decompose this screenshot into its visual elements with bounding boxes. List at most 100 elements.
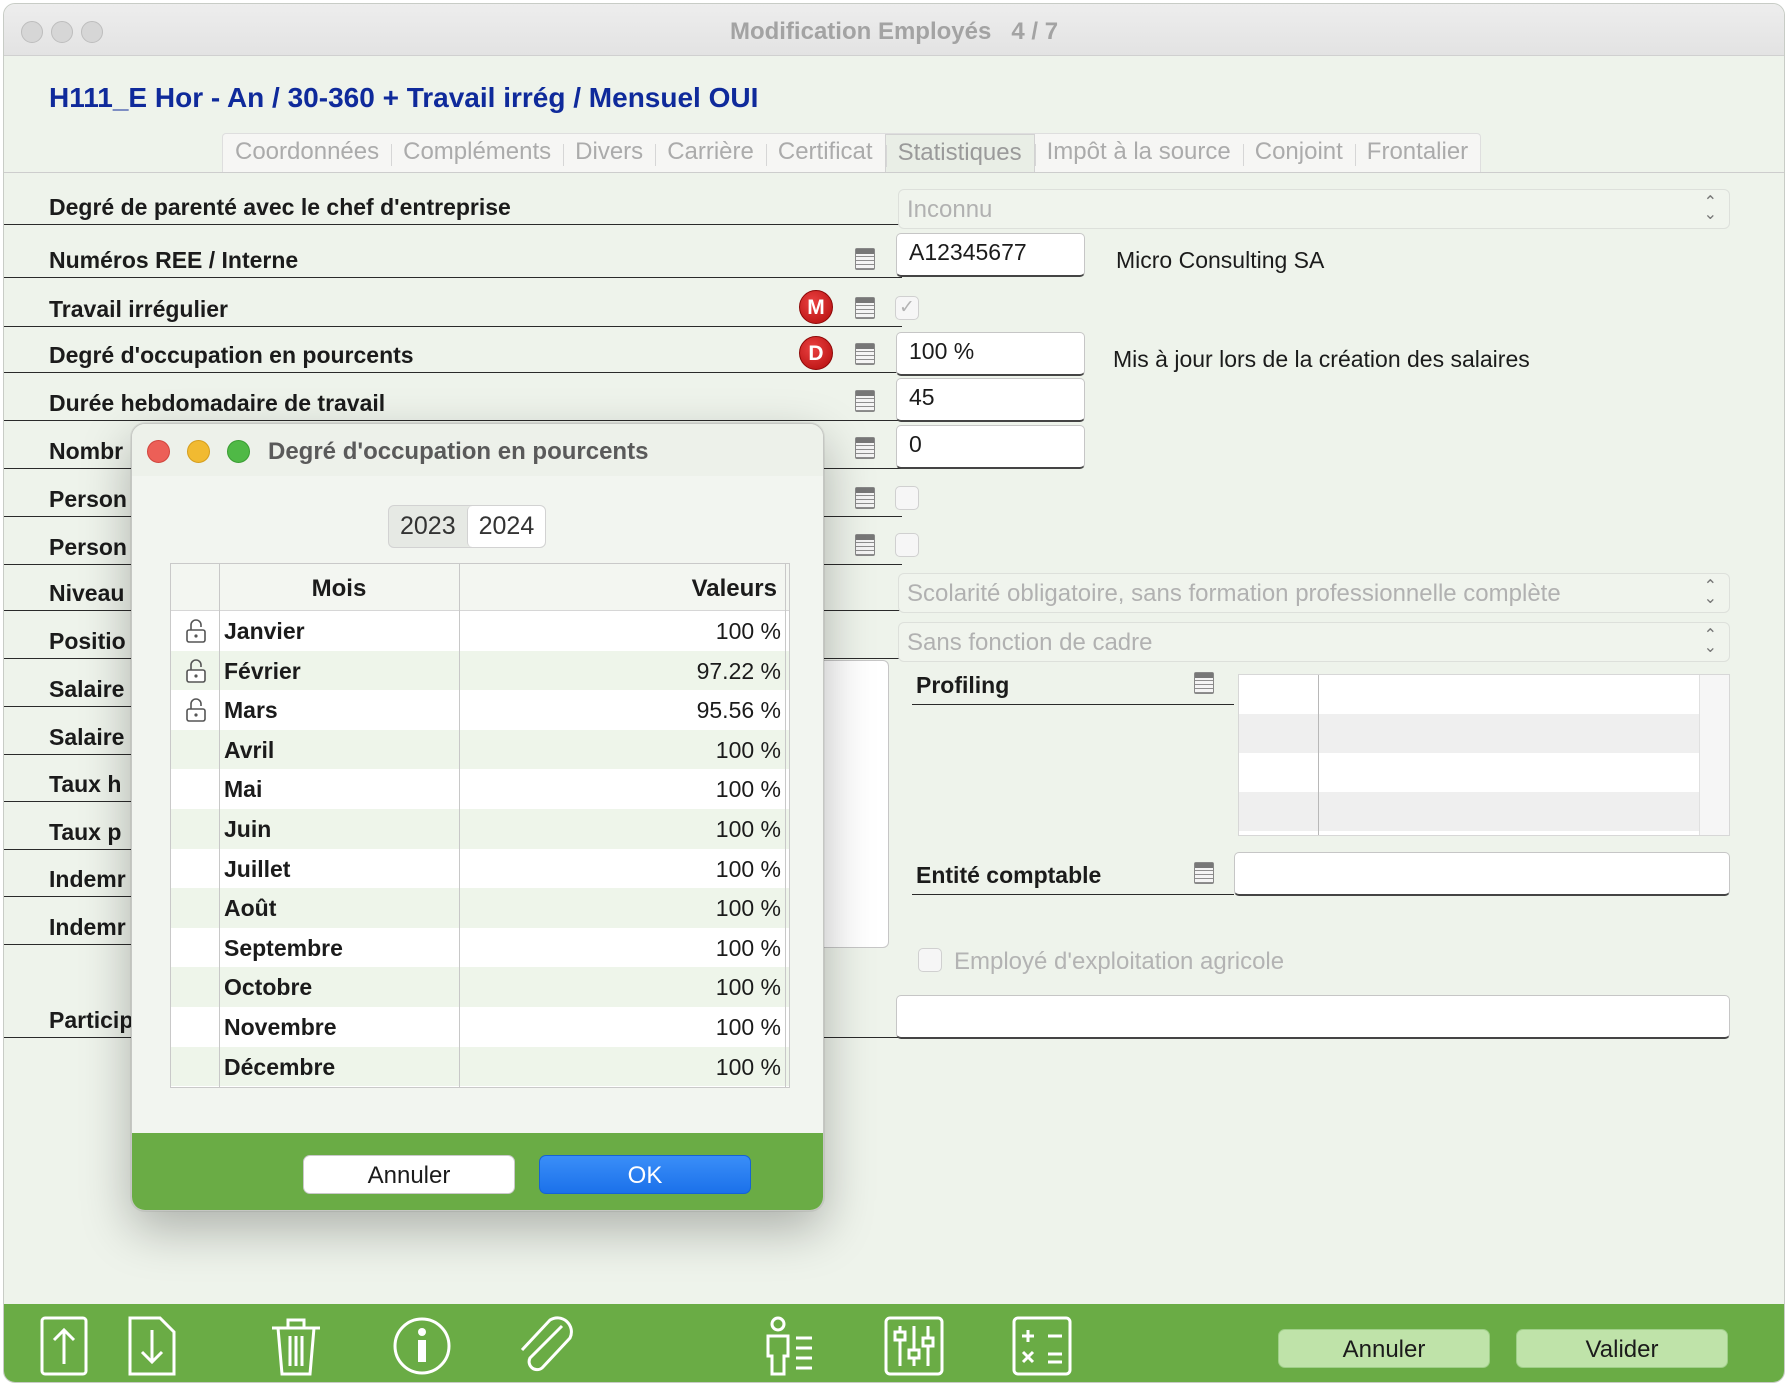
- tab-frontalier[interactable]: Frontalier: [1354, 134, 1480, 173]
- occupation-dialog: Degré d'occupation en pourcents 2023 2024…: [131, 423, 824, 1211]
- month-name: Mars: [224, 697, 278, 724]
- cancel-button[interactable]: Annuler: [1278, 1329, 1490, 1368]
- month-name: Août: [224, 895, 277, 922]
- lock-icon[interactable]: [185, 658, 207, 684]
- month-name: Décembre: [224, 1053, 336, 1080]
- dialog-footer: Annuler OK: [132, 1133, 823, 1210]
- info-icon[interactable]: [392, 1316, 452, 1376]
- month-value[interactable]: 100 %: [716, 974, 781, 1001]
- participation-input[interactable]: [896, 995, 1730, 1039]
- table-row[interactable]: Décembre 100 %: [171, 1046, 789, 1087]
- tab-certificat[interactable]: Certificat: [765, 134, 885, 173]
- tab-conjoint[interactable]: Conjoint: [1242, 134, 1355, 173]
- download-icon[interactable]: [128, 1316, 176, 1376]
- month-value[interactable]: 100 %: [716, 1014, 781, 1041]
- lock-icon[interactable]: [185, 697, 207, 723]
- calculator-icon[interactable]: [855, 390, 875, 412]
- weekly-input[interactable]: 45: [896, 378, 1085, 422]
- row8-checkbox[interactable]: [895, 533, 919, 557]
- table-row[interactable]: Octobre 100 %: [171, 967, 789, 1007]
- month-value[interactable]: 100 %: [716, 895, 781, 922]
- table-row[interactable]: Avril 100 %: [171, 729, 789, 770]
- month-value[interactable]: 100 %: [716, 776, 781, 803]
- list-item[interactable]: [1239, 675, 1699, 714]
- d-badge-icon[interactable]: D: [799, 336, 833, 370]
- tab-divers[interactable]: Divers: [563, 134, 655, 173]
- month-name: Janvier: [224, 618, 305, 644]
- row-divider: [912, 704, 1234, 705]
- list-item[interactable]: [1239, 753, 1699, 792]
- list-item[interactable]: [1239, 792, 1699, 831]
- table-row[interactable]: Février 97.22 %: [171, 650, 789, 691]
- row6-input[interactable]: 0: [896, 425, 1085, 469]
- table-row[interactable]: Juin 100 %: [171, 809, 789, 849]
- occupation-input[interactable]: 100 %: [896, 332, 1085, 376]
- table-row[interactable]: Novembre 100 %: [171, 1007, 789, 1047]
- entity-input[interactable]: [1234, 852, 1730, 896]
- month-value[interactable]: 100 %: [716, 1054, 781, 1081]
- year-selector[interactable]: 2023 2024: [388, 505, 547, 548]
- title-bar: Modification Employés 4 / 7: [4, 4, 1784, 56]
- tab-statistiques[interactable]: Statistiques: [884, 134, 1035, 173]
- month-value[interactable]: 97.22 %: [697, 658, 781, 685]
- calculator-icon[interactable]: [855, 343, 875, 365]
- scrollbar[interactable]: [1699, 675, 1729, 835]
- tab-impôt-à-la-source[interactable]: Impôt à la source: [1034, 134, 1243, 173]
- calculator-icon[interactable]: [855, 437, 875, 459]
- ree-input[interactable]: A12345677: [896, 233, 1085, 277]
- dialog-cancel-button[interactable]: Annuler: [303, 1155, 515, 1194]
- table-row[interactable]: Mai 100 %: [171, 769, 789, 809]
- close-dialog-button[interactable]: [147, 440, 170, 463]
- row7-label: Person: [49, 486, 127, 512]
- column-header-value[interactable]: Valeurs: [461, 575, 777, 603]
- table-row[interactable]: Janvier 100 %: [171, 611, 789, 651]
- month-value[interactable]: 100 %: [716, 856, 781, 883]
- calculator-icon[interactable]: [1012, 1316, 1072, 1376]
- agri-label: Employé d'exploitation agricole: [954, 948, 1285, 975]
- table-row[interactable]: Septembre 100 %: [171, 928, 789, 968]
- column-header-month[interactable]: Mois: [219, 575, 459, 603]
- tab-compléments[interactable]: Compléments: [391, 134, 563, 173]
- month-value[interactable]: 95.56 %: [697, 697, 781, 724]
- year-2024[interactable]: 2024: [466, 506, 546, 547]
- tab-carrière[interactable]: Carrière: [655, 134, 766, 173]
- agri-checkbox[interactable]: [918, 948, 942, 972]
- months-table[interactable]: Mois Valeurs Janvier 100 % Février 97.22 % M…: [170, 563, 790, 1088]
- m-badge-icon[interactable]: M: [799, 290, 833, 324]
- calculator-icon[interactable]: [855, 487, 875, 509]
- sliders-icon[interactable]: [884, 1316, 944, 1376]
- month-value[interactable]: 100 %: [716, 816, 781, 843]
- upload-icon[interactable]: [40, 1316, 88, 1376]
- row-divider: [4, 277, 902, 278]
- month-value[interactable]: 100 %: [716, 935, 781, 962]
- calculator-icon[interactable]: [855, 297, 875, 319]
- row7-checkbox[interactable]: [895, 486, 919, 510]
- calculator-icon[interactable]: [1194, 672, 1214, 694]
- lock-icon[interactable]: [185, 618, 207, 644]
- profiling-list[interactable]: [1238, 674, 1730, 836]
- person-list-icon[interactable]: [764, 1316, 816, 1376]
- position-select[interactable]: Sans fonction de cadre ⌃ ⌄: [898, 622, 1730, 662]
- table-row[interactable]: Mars 95.56 %: [171, 690, 789, 730]
- row16-label: Indemr: [49, 914, 126, 940]
- calculator-icon[interactable]: [1194, 862, 1214, 884]
- trash-icon[interactable]: [268, 1316, 324, 1376]
- table-row[interactable]: Août 100 %: [171, 888, 789, 928]
- paperclip-icon[interactable]: [514, 1316, 578, 1376]
- irregular-checkbox[interactable]: ✓: [895, 296, 919, 320]
- formation-select[interactable]: Scolarité obligatoire, sans formation pr…: [898, 573, 1730, 613]
- tab-coordonnées[interactable]: Coordonnées: [223, 134, 391, 173]
- dialog-ok-button[interactable]: OK: [539, 1155, 751, 1194]
- zoom-dialog-button[interactable]: [227, 440, 250, 463]
- month-value[interactable]: 100 %: [716, 618, 781, 645]
- table-row[interactable]: Juillet 100 %: [171, 849, 789, 889]
- dialog-title: Degré d'occupation en pourcents: [268, 438, 649, 465]
- month-value[interactable]: 100 %: [716, 737, 781, 764]
- list-item[interactable]: [1239, 714, 1699, 753]
- minimize-dialog-button[interactable]: [187, 440, 210, 463]
- calculator-icon[interactable]: [855, 248, 875, 270]
- parente-select[interactable]: Inconnu ⌃ ⌄: [898, 189, 1730, 229]
- validate-button[interactable]: Valider: [1516, 1329, 1728, 1368]
- calculator-icon[interactable]: [855, 534, 875, 556]
- year-2023[interactable]: 2023: [389, 506, 467, 547]
